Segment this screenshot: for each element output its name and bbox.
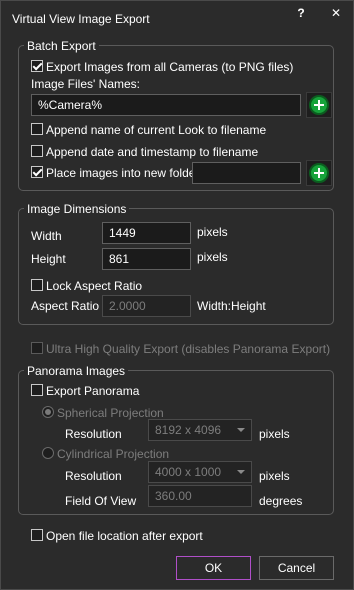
cylindrical-projection-label[interactable]: Cylindrical Projection [57, 447, 169, 461]
field-of-view-label: Field Of View [65, 494, 137, 508]
new-folder-label[interactable]: Place images into new folder [46, 166, 199, 180]
ok-button[interactable]: OK [176, 556, 251, 580]
chevron-down-icon [237, 428, 245, 432]
aspect-ratio-input[interactable]: 2.0000 [102, 295, 191, 317]
spherical-projection-label[interactable]: Spherical Projection [57, 406, 164, 420]
dialog-title: Virtual View Image Export [12, 12, 150, 26]
export-panorama-checkbox[interactable] [31, 384, 43, 396]
append-look-checkbox[interactable] [31, 123, 43, 135]
height-input[interactable]: 861 [102, 248, 191, 270]
lock-aspect-checkbox[interactable] [31, 279, 43, 291]
add-token-icon [309, 95, 329, 115]
open-location-checkbox[interactable] [31, 529, 43, 541]
field-of-view-unit: degrees [259, 494, 303, 508]
open-location-label[interactable]: Open file location after export [46, 529, 203, 543]
add-folder-icon [309, 163, 329, 183]
ultra-hq-label[interactable]: Ultra High Quality Export (disables Pano… [46, 342, 330, 356]
export-dialog: Virtual View Image Export ? ✕ Batch Expo… [0, 0, 354, 590]
width-label: Width [31, 229, 62, 243]
new-folder-checkbox[interactable] [31, 166, 43, 178]
cylindrical-resolution-unit: pixels [259, 469, 290, 483]
cylindrical-resolution-select[interactable]: 4000 x 1000 [148, 461, 252, 483]
spherical-resolution-value: 8192 x 4096 [155, 423, 222, 437]
panorama-images-legend: Panorama Images [24, 364, 129, 378]
append-look-label[interactable]: Append name of current Look to filename [46, 123, 266, 137]
image-files-names-label: Image Files' Names: [31, 77, 140, 91]
aspect-ratio-label: Aspect Ratio [31, 299, 100, 313]
lock-aspect-label[interactable]: Lock Aspect Ratio [46, 279, 142, 293]
append-date-label[interactable]: Append date and timestamp to filename [46, 145, 258, 159]
append-date-checkbox[interactable] [31, 145, 43, 157]
width-input[interactable]: 1449 [102, 222, 191, 244]
export-panorama-label[interactable]: Export Panorama [46, 384, 139, 398]
image-files-names-input[interactable]: %Camera% [31, 94, 301, 116]
close-button[interactable]: ✕ [327, 6, 345, 24]
spherical-projection-radio[interactable] [42, 406, 54, 418]
height-label: Height [31, 252, 66, 266]
cylindrical-resolution-value: 4000 x 1000 [155, 465, 222, 479]
folder-add-button[interactable] [306, 160, 332, 186]
height-unit: pixels [197, 250, 228, 264]
new-folder-input[interactable] [192, 162, 301, 184]
cylindrical-projection-radio[interactable] [42, 447, 54, 459]
cylindrical-resolution-label: Resolution [65, 469, 122, 483]
cancel-button[interactable]: Cancel [259, 556, 334, 580]
export-all-cameras-label[interactable]: Export Images from all Cameras (to PNG f… [46, 60, 293, 74]
spherical-resolution-unit: pixels [259, 427, 290, 441]
spherical-resolution-label: Resolution [65, 427, 122, 441]
title-bar: Virtual View Image Export ? ✕ [1, 1, 353, 33]
help-button[interactable]: ? [292, 6, 310, 24]
image-dimensions-legend: Image Dimensions [24, 202, 130, 216]
batch-export-legend: Batch Export [24, 39, 99, 53]
chevron-down-icon [237, 470, 245, 474]
export-all-cameras-checkbox[interactable] [31, 60, 43, 72]
width-unit: pixels [197, 225, 228, 239]
names-add-button[interactable] [306, 92, 332, 118]
spherical-resolution-select[interactable]: 8192 x 4096 [148, 419, 252, 441]
aspect-ratio-unit: Width:Height [197, 299, 266, 313]
ultra-hq-checkbox[interactable] [31, 342, 43, 354]
field-of-view-input[interactable]: 360.00 [148, 485, 252, 507]
